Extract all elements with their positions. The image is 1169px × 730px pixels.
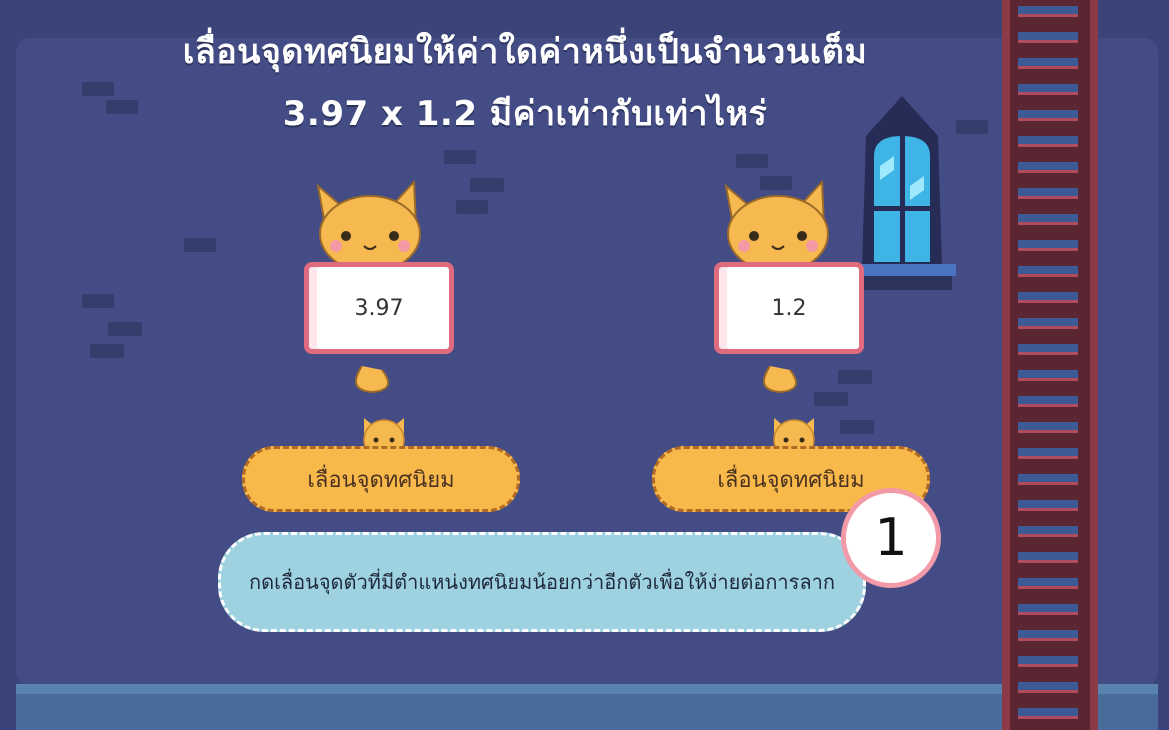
ladder-rung [1018,110,1078,121]
wall-brick [444,150,476,164]
wall-brick [470,178,504,192]
ladder-rung [1018,370,1078,381]
wall-brick [90,344,124,358]
ladder-rung [1018,162,1078,173]
floor-edge [16,684,1158,694]
ladder-rung [1018,604,1078,615]
step-badge: 1 [841,488,941,588]
number-card-1[interactable]: 3.97 [304,262,454,354]
number-card-value: 3.97 [354,295,404,321]
move-decimal-button-1[interactable]: เลื่อนจุดทศนิยม [242,446,520,512]
number-card-value: 1.2 [771,295,807,321]
number-card-2[interactable]: 1.2 [714,262,864,354]
ladder-rung [1018,188,1078,199]
wall-brick [184,238,216,252]
ladder-rung [1018,708,1078,719]
ladder-rung [1018,630,1078,641]
ladder-rung [1018,136,1078,147]
wall-brick [456,200,488,214]
ladder-rung [1018,656,1078,667]
ladder-rung [1018,474,1078,485]
step-number: 1 [874,508,908,568]
question-line-2: 3.97 x 1.2 มีค่าเท่ากับเท่าไหร่ [282,94,768,134]
hint-text: กดเลื่อนจุดตัวที่มีตำแหน่งทศนิยมน้อยกว่า… [248,570,836,594]
ladder-rung [1018,396,1078,407]
wall-brick [736,154,768,168]
ladder-rung [1018,266,1078,277]
ladder-rung [1018,240,1078,251]
ladder-rail-left [1002,0,1010,730]
ladder-rung [1018,32,1078,43]
ladder-rung [1018,422,1078,433]
ladder-rung [1018,58,1078,69]
ladder-rung [1018,682,1078,693]
wall-brick [956,120,988,134]
ladder-rung [1018,578,1078,589]
hint-bubble: กดเลื่อนจุดตัวที่มีตำแหน่งทศนิยมน้อยกว่า… [218,532,866,632]
ladder-rung [1018,84,1078,95]
wall-brick [82,82,114,96]
window-icon [858,96,956,290]
ladder-rung [1018,6,1078,17]
ladder-rung [1018,214,1078,225]
ladder-rung [1018,526,1078,537]
ladder-rung [1018,448,1078,459]
ladder-rung [1018,500,1078,511]
ladder-rail-right [1090,0,1098,730]
question-line-1: เลื่อนจุดทศนิยมให้ค่าใดค่าหนึ่งเป็นจำนวน… [182,32,868,72]
game-stage: เลื่อนจุดทศนิยมให้ค่าใดค่าหนึ่งเป็นจำนวน… [0,0,1169,730]
wall-brick [108,322,142,336]
wall-brick [82,294,114,308]
ladder-rung [1018,552,1078,563]
ladder-rung [1018,292,1078,303]
ladder-rung [1018,344,1078,355]
ladder-rung [1018,318,1078,329]
wall-brick [106,100,138,114]
wall-brick [840,420,874,434]
